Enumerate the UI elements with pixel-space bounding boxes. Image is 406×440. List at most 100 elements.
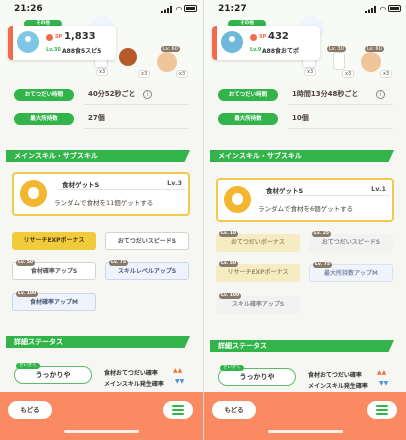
subskill-button[interactable]: Lv. 100 スキル確率アップS — [216, 293, 300, 314]
sp-icon — [46, 34, 53, 41]
subskill-level-tag: Lv. 10 — [219, 231, 238, 237]
subskill-button[interactable]: おてつだいスピードS — [105, 232, 189, 250]
subskill-level-tag: Lv. 75 — [109, 260, 128, 266]
back-label: もどる — [20, 406, 40, 414]
subskill-label: おてつだいスピードS — [117, 238, 177, 245]
sp-value: 432 — [268, 31, 289, 42]
subskill-button[interactable]: Lv. 25 おてつだいスピードS — [309, 231, 393, 252]
main-skill-card[interactable]: 食材ゲットS Lv.3 ランダムで食材を11個ゲットする — [12, 172, 190, 216]
nature-tag: せいかく — [16, 363, 40, 369]
max-carry-value: 10個 — [292, 114, 309, 122]
section-header-skills: メインスキル・サブスキル — [6, 150, 190, 162]
subskill-button[interactable]: Lv. 100 食材確率アップM — [12, 291, 96, 311]
nature-value: うっかりや — [35, 371, 71, 379]
battery-icon — [184, 5, 197, 12]
pokemon-level: Lv.9 — [250, 47, 262, 53]
section-header-skills: メインスキル・サブスキル — [210, 150, 394, 162]
help-time-value: 1時間13分48秒ごと — [292, 90, 359, 98]
food-level-tag: Lv. 60 — [365, 46, 384, 52]
sp-label: SP — [55, 34, 63, 40]
subskill-button[interactable]: リサーチEXPボーナス — [12, 232, 96, 250]
subskill-label: 食材確率アップS — [30, 268, 78, 275]
stat-up-label: 食材おてつだい確率 — [308, 372, 362, 379]
milk-icon — [333, 52, 345, 70]
divider — [263, 195, 390, 196]
max-carry-value: 27個 — [88, 114, 105, 122]
food-count-badge: x3 — [138, 70, 151, 78]
subskill-level-tag: Lv. 25 — [312, 231, 331, 237]
food-count-badge: x3 — [342, 70, 355, 78]
section-title: メインスキル・サブスキル — [14, 152, 98, 160]
subskill-button[interactable]: Lv. 75 スキルレベルアップS — [105, 260, 189, 280]
subskill-label: おてつだいスピードS — [321, 239, 381, 246]
arrow-down-icon: ▼▼ — [175, 378, 185, 385]
menu-button[interactable] — [367, 401, 397, 419]
stat-down-label: メインスキル発生確率 — [104, 381, 164, 388]
pokemon-card[interactable]: SP 1,833 Lv.30 A88食5スピ5 — [8, 26, 116, 60]
main-skill-name: 食材ゲットS — [266, 187, 304, 195]
info-icon[interactable]: i — [376, 90, 385, 99]
subskill-level-tag: Lv. 75 — [313, 262, 332, 268]
arrow-up-icon: ▲▲ — [377, 369, 387, 376]
help-time-label: おてつだい時間 — [218, 89, 278, 101]
subskill-button[interactable]: Lv. 50 食材確率アップS — [12, 260, 96, 280]
cellular-signal-icon — [161, 6, 172, 13]
arrow-down-icon: ▼▼ — [379, 380, 389, 387]
apple-icon — [20, 180, 47, 207]
wifi-icon: ◠ — [379, 5, 386, 14]
subskill-label: おてつだいボーナス — [231, 239, 285, 246]
battery-icon — [388, 5, 401, 12]
arrow-up-icon: ▲▲ — [173, 367, 183, 374]
subskill-level-tag: Lv. 100 — [219, 293, 242, 299]
food-count-badge: x3 — [96, 68, 109, 76]
sp-icon — [250, 34, 257, 41]
max-carry-label: 最大所持数 — [14, 113, 74, 125]
help-time-label: おてつだい時間 — [14, 89, 74, 101]
pokemon-level: Lv.30 — [46, 47, 61, 53]
sp-value: 1,833 — [64, 31, 96, 42]
main-skill-card[interactable]: 食材ゲットS Lv.1 ランダムで食材を6個ゲットする — [216, 178, 394, 222]
potato-icon — [157, 52, 177, 72]
divider — [84, 128, 189, 129]
subskill-button[interactable]: Lv. 50 リサーチEXPボーナス — [216, 261, 300, 282]
subskill-label: リサーチEXPボーナス — [227, 269, 289, 276]
subskill-label: スキルレベルアップS — [117, 268, 177, 275]
home-indicator[interactable] — [64, 430, 139, 433]
subskill-label: スキル確率アップS — [231, 301, 285, 308]
subskill-button[interactable]: Lv. 10 おてつだいボーナス — [216, 231, 300, 252]
back-button[interactable]: もどる — [8, 401, 52, 419]
divider — [288, 104, 393, 105]
menu-button[interactable] — [163, 401, 193, 419]
potato-icon — [361, 52, 381, 72]
stat-up-label: 食材おてつだい確率 — [104, 370, 158, 377]
subskill-button[interactable]: Lv. 75 最大所持数アップM — [309, 262, 393, 282]
subskill-level-tag: Lv. 100 — [16, 291, 39, 297]
help-time-value: 40分52秒ごと — [88, 90, 136, 98]
subskill-label: 最大所持数アップM — [324, 270, 378, 277]
divider — [84, 104, 189, 105]
subskill-label: 食材確率アップM — [30, 299, 78, 306]
left-screenshot: 21:26 ◠ x3 x3 Lv. 60 x3 その他 SP 1,833 Lv.… — [0, 0, 203, 440]
back-button[interactable]: もどる — [212, 401, 256, 419]
main-skill-level: Lv.3 — [167, 179, 182, 187]
divider — [59, 189, 186, 190]
pokemon-card[interactable]: SP 432 Lv.9 A88食おてポ — [212, 26, 320, 60]
subskill-level-tag: Lv. 50 — [219, 261, 238, 267]
info-icon[interactable]: i — [143, 90, 152, 99]
status-time: 21:27 — [218, 4, 247, 14]
home-indicator[interactable] — [268, 430, 343, 433]
sp-label: SP — [259, 34, 267, 40]
main-skill-level: Lv.1 — [371, 185, 386, 193]
menu-icon — [172, 405, 184, 415]
menu-icon — [376, 405, 388, 415]
back-label: もどる — [224, 406, 244, 414]
main-skill-description: ランダムで食材を11個ゲットする — [54, 199, 154, 207]
nature-value: うっかりや — [239, 373, 275, 381]
max-carry-label: 最大所持数 — [218, 113, 278, 125]
stat-down-label: メインスキル発生確率 — [308, 383, 368, 390]
pokemon-nickname: A88食5スピ5 — [62, 48, 102, 55]
food-level-tag: Lv. 60 — [161, 46, 180, 52]
subskill-level-tag: Lv. 50 — [16, 260, 35, 266]
section-header-details: 詳細ステータス — [210, 340, 394, 352]
cacao-icon — [119, 48, 137, 66]
